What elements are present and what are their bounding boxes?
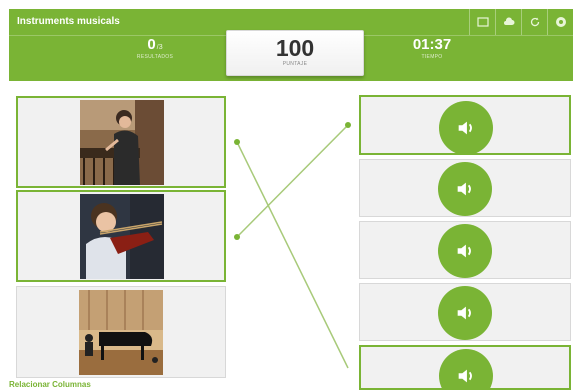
- left-card-1[interactable]: [16, 96, 226, 188]
- connector-dot[interactable]: [234, 139, 240, 145]
- speaker-icon: [458, 121, 472, 135]
- play-audio-button[interactable]: [438, 286, 492, 340]
- play-audio-button[interactable]: [438, 224, 492, 278]
- play-audio-button[interactable]: [438, 162, 492, 216]
- connection-line: [236, 141, 349, 369]
- correct-label: RESULTADOS: [136, 54, 174, 60]
- score-value: 100: [275, 35, 315, 61]
- cloud-icon[interactable]: [495, 9, 521, 35]
- score-label: PUNTAJE: [282, 61, 308, 67]
- activity-app: Instruments musicals 0/3 RESULTADOS 100 …: [0, 0, 573, 390]
- fullscreen-icon[interactable]: [469, 9, 495, 35]
- correct-value: 0/3: [147, 36, 163, 53]
- right-card-2[interactable]: [359, 159, 571, 217]
- speaker-icon: [457, 182, 471, 196]
- speaker-icon: [458, 369, 472, 383]
- right-card-1[interactable]: [359, 95, 571, 155]
- speaker-icon: [457, 306, 471, 320]
- connection-line: [236, 124, 349, 238]
- activity-type-label: Relacionar Columnas: [9, 380, 91, 389]
- time-label: TIEMPO: [421, 54, 443, 60]
- time-value: 01:37: [412, 36, 452, 53]
- play-audio-button[interactable]: [439, 101, 493, 155]
- left-card-2[interactable]: [16, 190, 226, 282]
- right-card-3[interactable]: [359, 221, 571, 279]
- right-card-5[interactable]: [359, 345, 571, 390]
- settings-icon[interactable]: [547, 9, 573, 35]
- piano-stage-photo: [79, 290, 163, 375]
- correct-suffix: /3: [156, 44, 163, 51]
- correct-stat: 0/3 RESULTADOS: [95, 36, 215, 60]
- connector-dot[interactable]: [234, 234, 240, 240]
- refresh-icon[interactable]: [521, 9, 547, 35]
- left-card-3[interactable]: [16, 286, 226, 378]
- speaker-icon: [457, 244, 471, 258]
- activity-title: Instruments musicals: [17, 16, 120, 27]
- time-stat: 01:37 TIEMPO: [372, 36, 492, 60]
- right-card-4[interactable]: [359, 283, 571, 341]
- play-audio-button[interactable]: [439, 349, 493, 388]
- score-box: 100 PUNTAJE: [226, 30, 364, 76]
- marimba-player-photo: [80, 100, 164, 185]
- header-toolbar: [469, 9, 573, 35]
- violin-child-photo: [80, 194, 164, 279]
- connector-dot[interactable]: [345, 122, 351, 128]
